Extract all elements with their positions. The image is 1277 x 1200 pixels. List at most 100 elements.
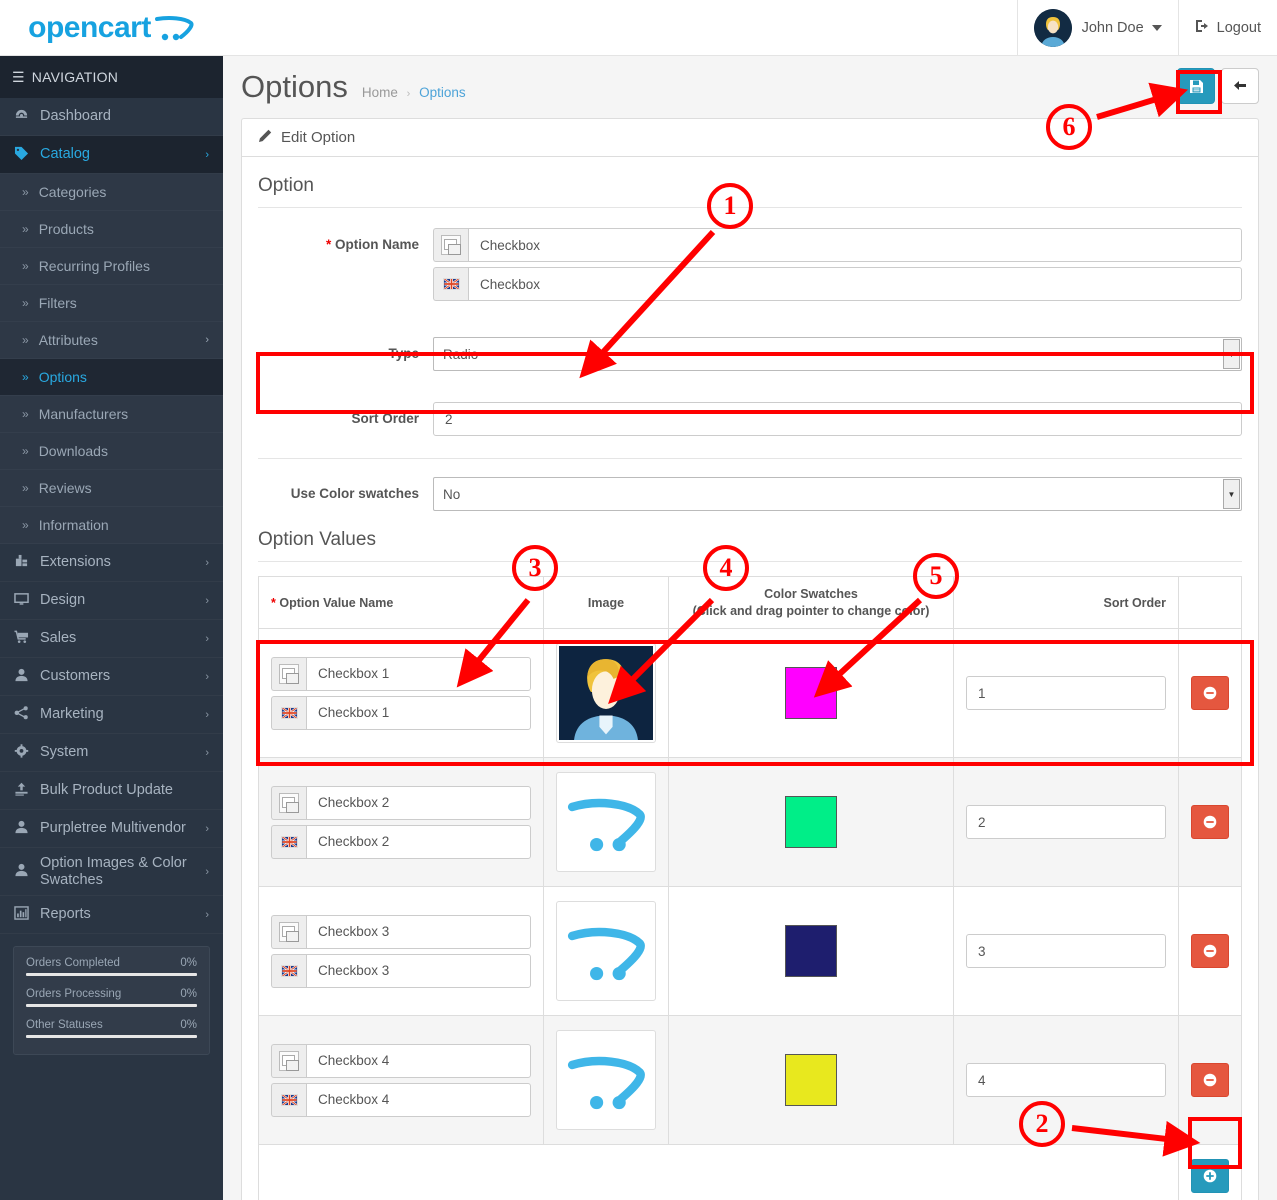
use-color-swatches-select[interactable]: No xyxy=(433,477,1242,511)
uk-flag-icon xyxy=(271,695,306,730)
sidebar-item-design[interactable]: Design › xyxy=(0,582,223,620)
sidebar-item-label: Downloads xyxy=(38,443,108,459)
value-name-en-input[interactable] xyxy=(306,953,531,988)
sidebar-item-reviews[interactable]: » Reviews xyxy=(0,470,223,507)
color-swatch[interactable] xyxy=(785,1054,837,1106)
color-swatch[interactable] xyxy=(785,925,837,977)
table-row xyxy=(258,886,1242,1016)
sidebar-item-marketing[interactable]: Marketing › xyxy=(0,696,223,734)
sidebar-item-label: Products xyxy=(38,221,94,237)
value-name-default-input[interactable] xyxy=(306,785,531,820)
add-option-value-button[interactable] xyxy=(1191,1159,1229,1193)
sidebar-item-manufacturers[interactable]: » Manufacturers xyxy=(0,396,223,433)
puzzle-icon xyxy=(14,554,40,571)
remove-option-value-button[interactable] xyxy=(1191,676,1229,710)
cell-sort-order xyxy=(953,757,1179,887)
logout-button[interactable]: Logout xyxy=(1177,0,1277,56)
sidebar-item-system[interactable]: System › xyxy=(0,734,223,772)
header-right-group: John Doe Logout xyxy=(1016,0,1277,56)
sidebar-item-filters[interactable]: » Filters xyxy=(0,285,223,322)
sidebar-item-attributes[interactable]: » Attributes › xyxy=(0,322,223,359)
table-row xyxy=(258,757,1242,887)
save-button[interactable] xyxy=(1177,68,1215,104)
option-values-legend: Option Values xyxy=(258,525,1242,562)
color-swatch[interactable] xyxy=(785,796,837,848)
breadcrumb-home[interactable]: Home xyxy=(362,85,398,100)
select-arrow-icon[interactable]: ▼ xyxy=(1223,479,1240,509)
user-icon xyxy=(14,668,40,685)
sidebar-item-information[interactable]: » Information xyxy=(0,507,223,544)
image-placeholder-icon xyxy=(433,228,468,262)
chevron-right-icon: › xyxy=(205,908,209,921)
sidebar-item-label: Option Images & Color Swatches xyxy=(40,854,187,888)
option-value-thumbnail[interactable] xyxy=(556,643,656,743)
sidebar-item-products[interactable]: » Products xyxy=(0,211,223,248)
table-row xyxy=(258,628,1242,758)
remove-option-value-button[interactable] xyxy=(1191,934,1229,968)
value-name-default-group xyxy=(271,785,531,820)
option-value-thumbnail[interactable] xyxy=(556,772,656,872)
option-value-thumbnail[interactable] xyxy=(556,1030,656,1130)
bars-chart-icon xyxy=(14,906,40,923)
cell-image xyxy=(543,886,669,1016)
value-name-default-input[interactable] xyxy=(306,914,531,949)
value-name-en-input[interactable] xyxy=(306,824,531,859)
value-name-en-group xyxy=(271,824,531,859)
value-sort-order-input[interactable] xyxy=(966,676,1166,710)
option-value-thumbnail[interactable] xyxy=(556,901,656,1001)
stat-other-statuses: Other Statuses 0% xyxy=(26,1019,197,1038)
type-select[interactable]: Radio xyxy=(433,337,1242,371)
navigation-header[interactable]: ☰ NAVIGATION xyxy=(0,56,223,98)
sort-order-input[interactable] xyxy=(433,402,1242,436)
chevron-double-icon: » xyxy=(22,185,29,199)
sidebar-item-recurring-profiles[interactable]: » Recurring Profiles xyxy=(0,248,223,285)
sidebar-item-bulk-product-update[interactable]: Bulk Product Update xyxy=(0,772,223,810)
chevron-right-icon: › xyxy=(205,632,209,645)
user-menu[interactable]: John Doe xyxy=(1016,0,1178,56)
sidebar-item-options[interactable]: » Options xyxy=(0,359,223,396)
sidebar-item-purpletree-multivendor[interactable]: Purpletree Multivendor › xyxy=(0,810,223,848)
stat-value: 0% xyxy=(180,1019,197,1031)
sidebar-item-sales[interactable]: Sales › xyxy=(0,620,223,658)
value-sort-order-input[interactable] xyxy=(966,934,1166,968)
col-option-value-name-text: Option Value Name xyxy=(279,595,394,610)
breadcrumb-options[interactable]: Options xyxy=(419,85,466,100)
page-header: Options Home › Options xyxy=(223,56,1277,118)
required-marker: * xyxy=(271,595,276,610)
sidebar-item-categories[interactable]: » Categories xyxy=(0,174,223,211)
sidebar-item-dashboard[interactable]: Dashboard xyxy=(0,98,223,136)
remove-option-value-button[interactable] xyxy=(1191,805,1229,839)
sidebar-item-catalog[interactable]: Catalog › xyxy=(0,136,223,174)
col-image: Image xyxy=(543,576,669,629)
value-name-default-input[interactable] xyxy=(306,1043,531,1078)
option-name-default-input[interactable] xyxy=(468,228,1242,262)
type-row: Type Radio ▼ xyxy=(258,315,1242,393)
color-swatch[interactable] xyxy=(785,667,837,719)
sidebar-item-label: Customers xyxy=(40,668,111,685)
option-name-en-input[interactable] xyxy=(468,267,1242,301)
back-button[interactable] xyxy=(1221,68,1259,104)
add-row-cell xyxy=(1178,1144,1242,1200)
sidebar-item-label: Design xyxy=(40,592,86,609)
value-sort-order-input[interactable] xyxy=(966,805,1166,839)
value-name-default-input[interactable] xyxy=(306,656,531,691)
sidebar-item-option-images-color-swatches[interactable]: Option Images & Color Swatches › xyxy=(0,848,223,896)
sidebar-item-extensions[interactable]: Extensions › xyxy=(0,544,223,582)
chevron-double-icon: » xyxy=(22,481,29,495)
remove-option-value-button[interactable] xyxy=(1191,1063,1229,1097)
value-sort-order-input[interactable] xyxy=(966,1063,1166,1097)
uk-flag-icon xyxy=(433,267,468,301)
value-name-en-input[interactable] xyxy=(306,695,531,730)
type-select-wrap: Radio ▼ xyxy=(433,337,1242,371)
sidebar-item-reports[interactable]: Reports › xyxy=(0,896,223,934)
sidebar-item-customers[interactable]: Customers › xyxy=(0,658,223,696)
opencart-logo[interactable]: opencart xyxy=(0,0,223,56)
sidebar-item-downloads[interactable]: » Downloads xyxy=(0,433,223,470)
image-placeholder-icon xyxy=(271,785,306,820)
select-arrow-icon[interactable]: ▼ xyxy=(1223,339,1240,369)
cell-sort-order xyxy=(953,628,1179,758)
stat-progress-bar xyxy=(26,1004,197,1007)
cell-image xyxy=(543,1015,669,1145)
value-name-en-input[interactable] xyxy=(306,1082,531,1117)
tag-icon xyxy=(14,146,40,163)
